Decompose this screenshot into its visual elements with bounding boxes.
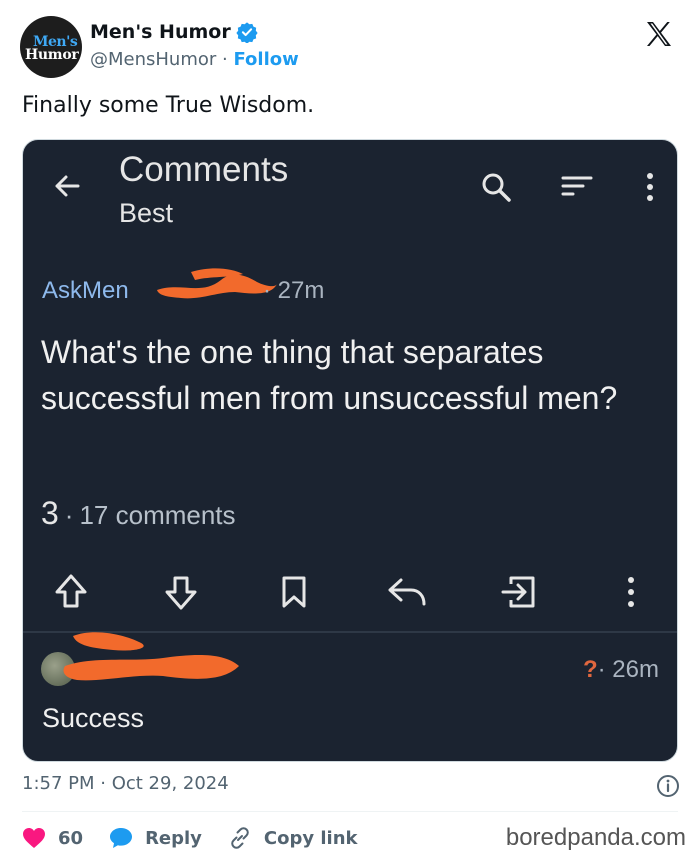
- search-icon: [482, 173, 511, 202]
- more-vertical-icon: [647, 173, 653, 201]
- comment-meta: ? · 26m: [583, 656, 659, 684]
- back-arrow-icon: [55, 175, 80, 197]
- info-icon[interactable]: [656, 774, 680, 798]
- handle-line: @MensHumor · Follow: [90, 49, 299, 70]
- follow-button[interactable]: Follow: [233, 49, 298, 70]
- post-action-bar: [23, 568, 677, 616]
- subreddit-author: AskMen: [42, 277, 129, 304]
- sort-label: Best: [119, 198, 174, 228]
- comment-count: 17 comments: [79, 500, 236, 530]
- tweet-timestamp[interactable]: 1:57 PM · Oct 29, 2024: [22, 773, 229, 794]
- bookmark-icon: [282, 576, 306, 608]
- redaction-scribble: [157, 268, 277, 299]
- like-button[interactable]: 60: [22, 827, 83, 849]
- copy-link-button[interactable]: Copy link: [228, 826, 358, 850]
- tweet-actions: 60 Reply Copy link: [22, 822, 384, 854]
- post-author: AskMen: [42, 277, 129, 305]
- watermark: boredpanda.com: [505, 824, 686, 851]
- share-icon: [501, 576, 535, 608]
- stats-separator: ·: [64, 500, 74, 530]
- reply-label: Reply: [145, 827, 202, 849]
- post-stats: 3 · 17 comments: [41, 495, 236, 532]
- link-icon: [231, 827, 249, 849]
- like-count: 60: [58, 827, 84, 849]
- comment-score: ?: [582, 656, 598, 683]
- name-line: Men's Humor: [90, 21, 258, 43]
- redaction-scribble: [63, 632, 239, 681]
- avatar-logo-bottom: Humor: [25, 47, 79, 63]
- reply-button[interactable]: Reply: [109, 827, 202, 849]
- copy-link-label: Copy link: [263, 827, 358, 849]
- verified-badge-icon: [236, 22, 258, 43]
- tweet-header: Men's Humor Men's Humor @MensHumor · Fol…: [20, 16, 680, 80]
- post-score: 3: [41, 495, 59, 531]
- handle-separator: ·: [222, 49, 228, 70]
- tweet-text: Finally some True Wisdom.: [22, 93, 315, 118]
- upvote-icon: [55, 574, 87, 608]
- reply-icon: [388, 578, 426, 606]
- x-logo-icon[interactable]: [644, 19, 674, 49]
- speech-bubble-icon: [110, 828, 133, 848]
- sort-icon: [561, 176, 593, 196]
- app-bar-title: Comments: [119, 150, 289, 189]
- display-name[interactable]: Men's Humor: [90, 21, 231, 43]
- more-vertical-icon: [628, 577, 634, 607]
- downvote-icon: [165, 576, 197, 610]
- heart-icon: [23, 828, 45, 848]
- post-time: · 27m: [263, 277, 325, 304]
- post-question: What's the one thing that separates succ…: [41, 334, 618, 416]
- footer-divider: [22, 811, 678, 812]
- comment-time: · 26m: [597, 656, 659, 683]
- account-avatar[interactable]: Men's Humor: [20, 16, 82, 78]
- comment-text: Success: [42, 703, 145, 733]
- embedded-screenshot[interactable]: Comments Best AskMen · 27m What's the on…: [22, 139, 678, 762]
- handle[interactable]: @MensHumor: [90, 49, 216, 70]
